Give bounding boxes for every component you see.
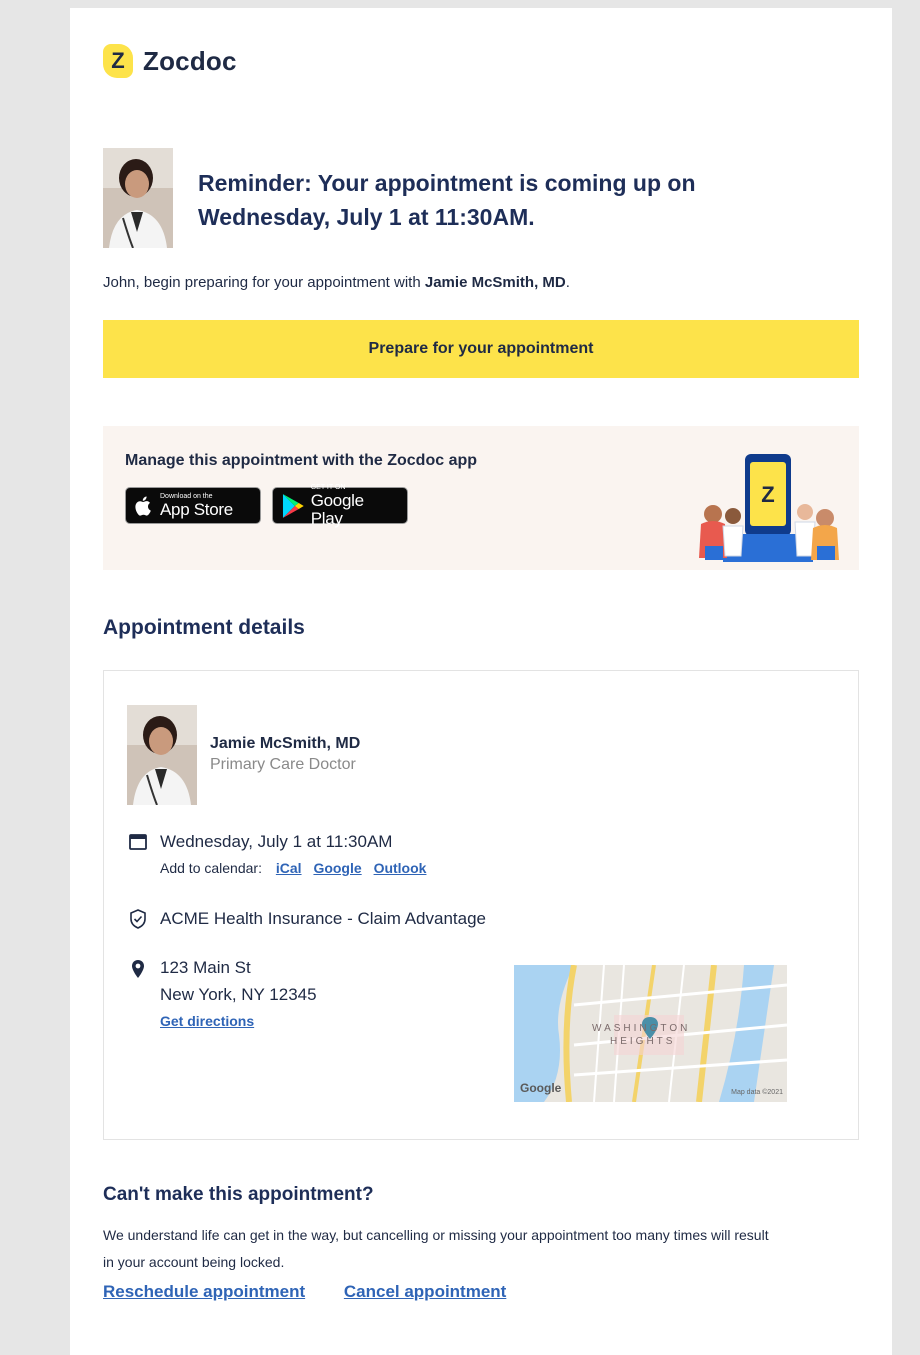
cancel-section-title: Can't make this appointment? <box>103 1184 374 1205</box>
google-play-icon <box>282 493 304 518</box>
google-calendar-link[interactable]: Google <box>313 860 361 876</box>
phone-people-illustration: Z <box>699 454 839 562</box>
google-play-text: GET IT ON Google Play <box>311 484 399 528</box>
doctor-avatar <box>103 148 173 248</box>
get-directions-link[interactable]: Get directions <box>160 1013 254 1029</box>
prepare-appointment-button[interactable]: Prepare for your appointment <box>103 320 859 378</box>
insurance-name: ACME Health Insurance - Claim Advantage <box>160 909 486 928</box>
calendar-icon <box>129 834 147 850</box>
app-promo-title: Manage this appointment with the Zocdoc … <box>125 452 478 469</box>
reschedule-link[interactable]: Reschedule appointment <box>103 1282 305 1301</box>
greeting-text: John, begin preparing for your appointme… <box>103 274 863 291</box>
greeting-suffix: . <box>565 274 570 291</box>
appointment-details-card: Jamie McSmith, MD Primary Care Doctor We… <box>103 670 859 1140</box>
location-pin-icon <box>132 960 144 978</box>
app-store-big: App Store <box>160 499 233 519</box>
address-line-1: 123 Main St <box>160 958 251 977</box>
doctor-specialty: Primary Care Doctor <box>210 756 356 773</box>
cancel-link[interactable]: Cancel appointment <box>344 1282 506 1301</box>
appointment-datetime: Wednesday, July 1 at 11:30AM <box>160 832 393 851</box>
map-credit: Map data ©2021 <box>731 1089 783 1096</box>
location-map[interactable]: WASHINGTON HEIGHTS Google Map data ©2021 <box>514 965 787 1102</box>
add-to-calendar-label: Add to calendar: <box>160 860 262 876</box>
appointment-details-title: Appointment details <box>103 616 305 639</box>
google-play-badge[interactable]: GET IT ON Google Play <box>272 484 408 527</box>
email-body: Z Zocdoc Reminder: Your appointment is c… <box>70 8 892 1355</box>
svg-text:Z: Z <box>761 482 774 507</box>
app-store-text: Download on the App Store <box>160 493 233 519</box>
ical-link[interactable]: iCal <box>276 860 302 876</box>
address-line-2: New York, NY 12345 <box>160 985 317 1004</box>
map-neighborhood-line-2: HEIGHTS <box>610 1036 676 1047</box>
google-play-big: Google Play <box>310 490 364 528</box>
shield-icon <box>130 909 146 929</box>
page-title: Reminder: Your appointment is coming up … <box>198 166 818 234</box>
apple-icon <box>135 496 151 516</box>
appointment-actions: Reschedule appointment Cancel appointmen… <box>103 1282 540 1302</box>
greeting-prefix: John, begin preparing for your appointme… <box>103 274 425 291</box>
zocdoc-logo[interactable]: Z Zocdoc <box>103 44 237 78</box>
greeting-doctor-name: Jamie McSmith, MD <box>424 274 566 291</box>
doctor-name: Jamie McSmith, MD <box>210 735 361 752</box>
cancel-text-line-2: in your account being locked. <box>103 1254 285 1270</box>
headline-line-2: Wednesday, July 1 at 11:30AM. <box>198 204 535 230</box>
doctor-card-avatar <box>127 705 197 805</box>
google-map-logo: Google <box>520 1081 562 1095</box>
headline-line-1: Reminder: Your appointment is coming up … <box>198 170 696 196</box>
add-to-calendar-row: Add to calendar: iCal Google Outlook <box>160 860 426 876</box>
zocdoc-logo-mark-icon: Z <box>103 44 133 78</box>
app-store-badge[interactable]: Download on the App Store <box>125 487 261 524</box>
app-promo-box: Manage this appointment with the Zocdoc … <box>103 426 859 570</box>
zocdoc-logo-text: Zocdoc <box>143 45 237 76</box>
cancel-section-text: We understand life can get in the way, b… <box>103 1222 863 1276</box>
outlook-link[interactable]: Outlook <box>374 860 427 876</box>
map-neighborhood-line-1: WASHINGTON <box>592 1023 691 1034</box>
cancel-text-line-1: We understand life can get in the way, b… <box>103 1227 769 1243</box>
